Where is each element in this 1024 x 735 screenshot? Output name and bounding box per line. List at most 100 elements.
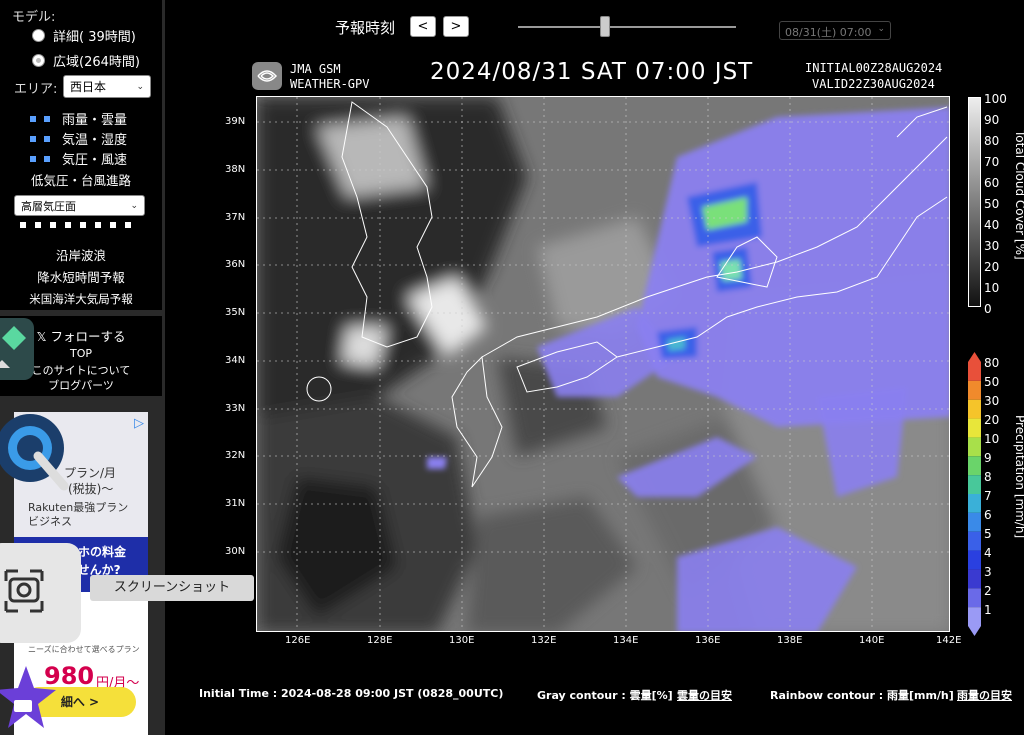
lon-label: 132E: [531, 635, 557, 646]
lat-label: 37N: [225, 212, 246, 223]
quicktime-icon[interactable]: [0, 398, 72, 498]
area-select[interactable]: 西日本 ⌄: [63, 75, 151, 98]
camera-icon: [4, 569, 44, 613]
layer-marker-icon: [30, 155, 54, 162]
cloud-colorbar-tick: 20: [984, 260, 1000, 274]
precip-colorbar: [968, 352, 981, 636]
layer-temp-label: 気温・湿度: [62, 133, 128, 148]
screenshot-tooltip: スクリーンショット: [90, 575, 254, 601]
model-panel: モデル: 詳細( 39時間) 広域(264時間) エリア: 西日本 ⌄ 雨量・雲…: [0, 0, 162, 190]
quicktime-q-icon: [0, 414, 69, 491]
precip-colorbar-cell: [968, 437, 981, 457]
radio-detail[interactable]: 詳細( 39時間): [32, 26, 136, 45]
precip-colorbar-tick: 20: [984, 413, 1000, 427]
ad-text: ニーズに合わせて選べるプラン: [28, 645, 140, 654]
lat-label: 38N: [225, 164, 246, 175]
x-icon: 𝕏: [36, 329, 51, 344]
precip-colorbar-cell: [968, 418, 981, 438]
lat-label: 34N: [225, 355, 246, 366]
precip-colorbar-tick: 30: [984, 394, 1000, 408]
level-dots[interactable]: [20, 222, 131, 228]
links-panel: 沿岸波浪 降水短時間予報 米国海洋大気局予報: [0, 240, 162, 310]
layer-temp[interactable]: 気温・湿度: [30, 129, 127, 148]
cloud-colorbar-title: Total Cloud Cover [%]: [1013, 130, 1024, 260]
time-slider-thumb[interactable]: [600, 16, 610, 37]
footer-gray-label: Gray contour : 雲量[%]: [537, 689, 673, 702]
lat-label: 32N: [225, 450, 246, 461]
weather-map[interactable]: [256, 96, 950, 632]
precip-colorbar-tick: 50: [984, 375, 1000, 389]
layer-pressure[interactable]: 気圧・風速: [30, 149, 127, 168]
link-short-precip[interactable]: 降水短時間予報: [0, 267, 162, 286]
upper-select-value: 高層気圧面: [21, 199, 76, 213]
upper-panel: 高層気圧面 ⌄: [0, 190, 162, 242]
ad-text: (税抜)〜: [68, 482, 114, 496]
model-subname: WEATHER-GPV: [290, 77, 370, 91]
ad-choices-icon[interactable]: ▷: [134, 416, 144, 431]
area-label: エリア:: [14, 82, 58, 97]
precip-colorbar-arrow-top: [968, 352, 981, 362]
diamond-icon: [0, 326, 26, 368]
precip-colorbar-tick: 5: [984, 527, 992, 541]
layer-marker-icon: [30, 135, 54, 142]
cloud-colorbar-tick: 50: [984, 197, 1000, 211]
lon-label: 126E: [285, 635, 311, 646]
layer-rain-label: 雨量・雲量: [62, 113, 128, 128]
forecast-time-label: 予報時刻: [335, 19, 396, 37]
layer-marker-icon: [30, 115, 54, 122]
link-noaa[interactable]: 米国海洋大気局予報: [0, 291, 162, 307]
follow-label: フォローする: [50, 329, 126, 344]
lat-label: 30N: [225, 546, 246, 557]
lat-label: 39N: [225, 116, 246, 127]
precip-colorbar-cell: [968, 569, 981, 589]
cloud-colorbar-tick: 90: [984, 113, 1000, 127]
radio-icon[interactable]: [32, 29, 45, 42]
green-app-icon[interactable]: [0, 318, 34, 380]
main-panel: 予報時刻 < > 08/31(土) 07:00 ⌄ JMA GSM WEATHE…: [172, 0, 1024, 735]
cloud-colorbar: [968, 97, 981, 307]
chevron-down-icon: ⌄: [877, 24, 885, 34]
cloud-colorbar-tick: 100: [984, 92, 1007, 106]
upper-select[interactable]: 高層気圧面 ⌄: [14, 195, 145, 216]
precip-colorbar-arrow-bottom: [968, 626, 981, 636]
layer-rain[interactable]: 雨量・雲量: [30, 109, 127, 128]
precip-colorbar-cell: [968, 456, 981, 476]
screenshot-app-icon[interactable]: [0, 543, 81, 643]
lon-label: 130E: [449, 635, 475, 646]
precip-colorbar-cell: [968, 380, 981, 400]
link-coastal-waves[interactable]: 沿岸波浪: [0, 245, 162, 264]
valid-time: VALID22Z30AUG2024: [812, 77, 935, 91]
precip-colorbar-tick: 4: [984, 546, 992, 560]
star-icon: [0, 666, 56, 728]
lat-label: 35N: [225, 307, 246, 318]
lon-label: 136E: [695, 635, 721, 646]
cloud-colorbar-tick: 10: [984, 281, 1000, 295]
area-select-value: 西日本: [70, 80, 107, 94]
footer-initial-time: Initial Time : 2024-08-28 09:00 JST (082…: [199, 687, 504, 700]
layer-typhoon-link[interactable]: 低気圧・台風進路: [0, 170, 162, 189]
time-slider[interactable]: [518, 26, 736, 28]
layer-pressure-label: 気圧・風速: [62, 153, 128, 168]
footer-rainbow-link[interactable]: 雨量の目安: [957, 687, 1012, 703]
ad-cta-label: 細へ >: [60, 695, 100, 709]
cloud-colorbar-tick: 60: [984, 176, 1000, 190]
radio-checked-icon[interactable]: [32, 54, 45, 67]
precip-colorbar-tick: 1: [984, 603, 992, 617]
radio-wide[interactable]: 広域(264時間): [32, 51, 140, 70]
precip-colorbar-tick: 10: [984, 432, 1000, 446]
time-select-value: 08/31(土) 07:00: [785, 26, 872, 39]
lon-label: 134E: [613, 635, 639, 646]
next-button[interactable]: >: [443, 16, 469, 37]
prev-button[interactable]: <: [410, 16, 436, 37]
time-select[interactable]: 08/31(土) 07:00 ⌄: [779, 21, 891, 40]
precip-colorbar-cell: [968, 512, 981, 532]
footer-gray-link[interactable]: 雲量の目安: [677, 687, 732, 703]
precip-colorbar-tick: 2: [984, 584, 992, 598]
precip-colorbar-tick: 8: [984, 470, 992, 484]
precip-colorbar-cell: [968, 399, 981, 419]
initial-run: INITIAL00Z28AUG2024: [805, 61, 943, 75]
lon-label: 142E: [936, 635, 962, 646]
imovie-icon[interactable]: [0, 662, 56, 735]
radio-detail-label: 詳細( 39時間): [53, 30, 136, 45]
lat-label: 33N: [225, 403, 246, 414]
